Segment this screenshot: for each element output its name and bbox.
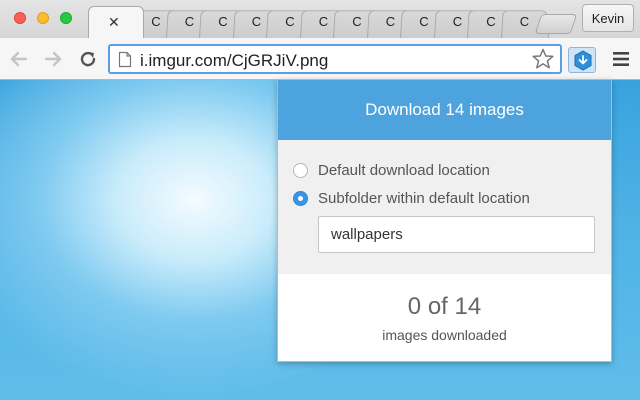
download-extension-button[interactable] xyxy=(568,47,596,73)
tab-strip: CCCCCCCCCCCC ✕ Kevin xyxy=(0,0,640,39)
hamburger-menu-icon[interactable] xyxy=(611,51,631,67)
reload-icon[interactable] xyxy=(77,48,99,70)
subfolder-name-input[interactable] xyxy=(318,216,595,253)
minimize-window-button[interactable] xyxy=(37,12,49,24)
arrow-right-icon[interactable] xyxy=(42,48,64,70)
zoom-window-button[interactable] xyxy=(60,12,72,24)
download-progress-count: 0 of 14 xyxy=(407,293,482,320)
download-popup: Download 14 images Default download loca… xyxy=(277,79,612,362)
option-default-label: Default download location xyxy=(318,162,490,179)
star-icon[interactable] xyxy=(531,47,555,71)
option-subfolder-label: Subfolder within default location xyxy=(318,190,530,207)
download-images-button[interactable]: Download 14 images xyxy=(278,80,611,140)
page-icon xyxy=(118,51,132,68)
download-location-options: Default download location Subfolder with… xyxy=(278,140,611,274)
option-default-location[interactable]: Default download location xyxy=(293,162,490,179)
radio-default-location[interactable] xyxy=(293,163,308,178)
close-window-button[interactable] xyxy=(14,12,26,24)
radio-subfolder[interactable] xyxy=(293,191,308,206)
tab-close-icon[interactable]: ✕ xyxy=(108,14,120,31)
profile-button[interactable]: Kevin xyxy=(582,4,634,32)
option-subfolder[interactable]: Subfolder within default location xyxy=(293,190,530,207)
download-extension-icon xyxy=(574,50,592,71)
download-progress-caption: images downloaded xyxy=(382,327,507,343)
url-text: i.imgur.com/CjGRJiV.png xyxy=(140,51,329,70)
new-tab-button[interactable] xyxy=(534,14,578,34)
address-bar[interactable]: i.imgur.com/CjGRJiV.png xyxy=(108,44,562,74)
browser-toolbar: i.imgur.com/CjGRJiV.png xyxy=(0,38,640,80)
arrow-left-icon[interactable] xyxy=(8,48,30,70)
radio-dot xyxy=(298,196,303,201)
